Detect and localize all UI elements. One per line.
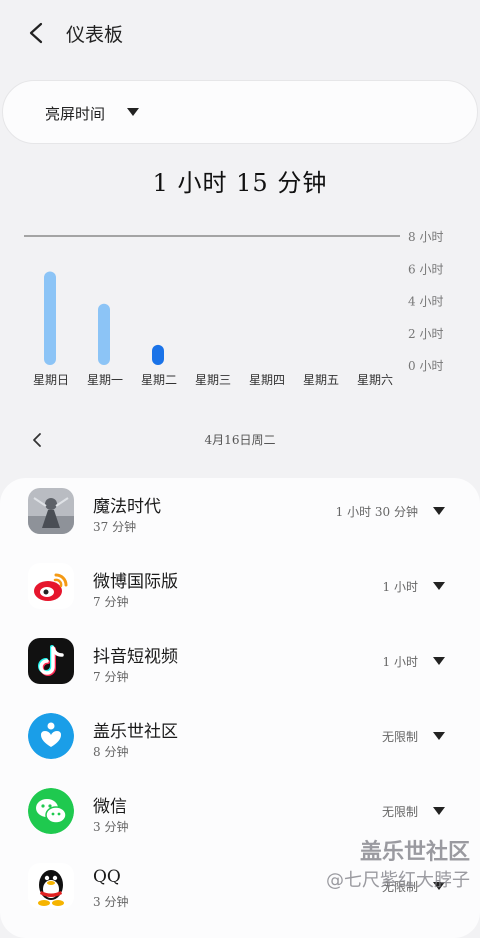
app-name: 微信 [93, 797, 127, 817]
total-screen-time: 1 小时 15 分钟 [152, 169, 328, 197]
caret-down-icon[interactable] [432, 580, 446, 592]
wechat-icon [28, 788, 74, 834]
x-tick-label: 星期日 [33, 373, 69, 387]
weibo-icon [28, 563, 74, 609]
app-limit[interactable]: 1 小时 [383, 653, 418, 670]
app-limit[interactable]: 1 小时 30 分钟 [336, 503, 418, 520]
qq-icon [28, 863, 74, 909]
caret-down-icon [127, 108, 139, 116]
metric-selector-label: 亮屏时间 [45, 105, 106, 123]
header: 仪表板 [0, 0, 480, 66]
app-usage-time: 3 分钟 [93, 820, 129, 834]
app-limit[interactable]: 无限制 [382, 728, 418, 745]
app-name: QQ [93, 867, 121, 887]
app-limit[interactable]: 无限制 [382, 803, 418, 820]
app-name: 微博国际版 [93, 572, 178, 592]
game-icon [28, 488, 74, 534]
chart-bar [98, 303, 110, 365]
caret-down-icon[interactable] [432, 805, 446, 817]
caret-down-icon[interactable] [432, 655, 446, 667]
galaxy-community-icon [28, 713, 74, 759]
y-tick-label: 6 小时 [408, 262, 443, 276]
x-tick-label: 星期三 [195, 373, 231, 387]
x-tick-label: 星期五 [303, 373, 339, 387]
current-date: 4月16日周二 [204, 433, 276, 447]
list-item[interactable]: 魔法时代 37 分钟 1 小时 30 分钟 [0, 488, 480, 563]
date-navigation: 4月16日周二 [0, 425, 480, 453]
app-name: 盖乐世社区 [93, 722, 178, 742]
metric-selector[interactable]: 亮屏时间 [2, 80, 478, 144]
app-usage-time: 8 分钟 [93, 745, 129, 759]
y-tick-label: 2 小时 [408, 327, 443, 341]
watermark-brand: 盖乐世社区 [359, 840, 470, 865]
app-usage-time: 7 分钟 [93, 670, 129, 684]
back-arrow-icon[interactable] [22, 16, 52, 50]
y-tick-label: 8 小时 [408, 230, 443, 244]
weekly-usage-chart: 8 小时 6 小时 4 小时 2 小时 0 小时星期日 星期一 星期二 星期三 星期四 星期五 星期… [24, 230, 443, 387]
app-name: 抖音短视频 [93, 647, 178, 667]
x-tick-label: 星期四 [249, 373, 285, 387]
app-usage-time: 37 分钟 [93, 520, 137, 534]
app-usage-time: 3 分钟 [93, 895, 129, 909]
list-item[interactable]: 盖乐世社区 8 分钟 无限制 [0, 713, 480, 788]
chart-bar [44, 271, 56, 365]
watermark-author: @七尺紫红大脖子 [326, 870, 470, 891]
page-title: 仪表板 [66, 24, 124, 46]
app-limit[interactable]: 1 小时 [383, 578, 418, 595]
caret-down-icon[interactable] [432, 505, 446, 517]
caret-down-icon[interactable] [432, 730, 446, 742]
app-usage-time: 7 分钟 [93, 595, 129, 609]
douyin-icon [28, 638, 74, 684]
y-tick-label: 0 小时 [408, 359, 443, 373]
chart-bar [152, 344, 164, 365]
y-tick-label: 4 小时 [408, 295, 443, 309]
x-tick-label: 星期一 [87, 373, 123, 387]
x-tick-label: 星期二 [141, 373, 177, 387]
list-item[interactable]: 抖音短视频 7 分钟 1 小时 [0, 638, 480, 713]
app-name: 魔法时代 [93, 497, 161, 517]
x-tick-label: 星期六 [357, 373, 393, 387]
list-item[interactable]: 微博国际版 7 分钟 1 小时 [0, 563, 480, 638]
